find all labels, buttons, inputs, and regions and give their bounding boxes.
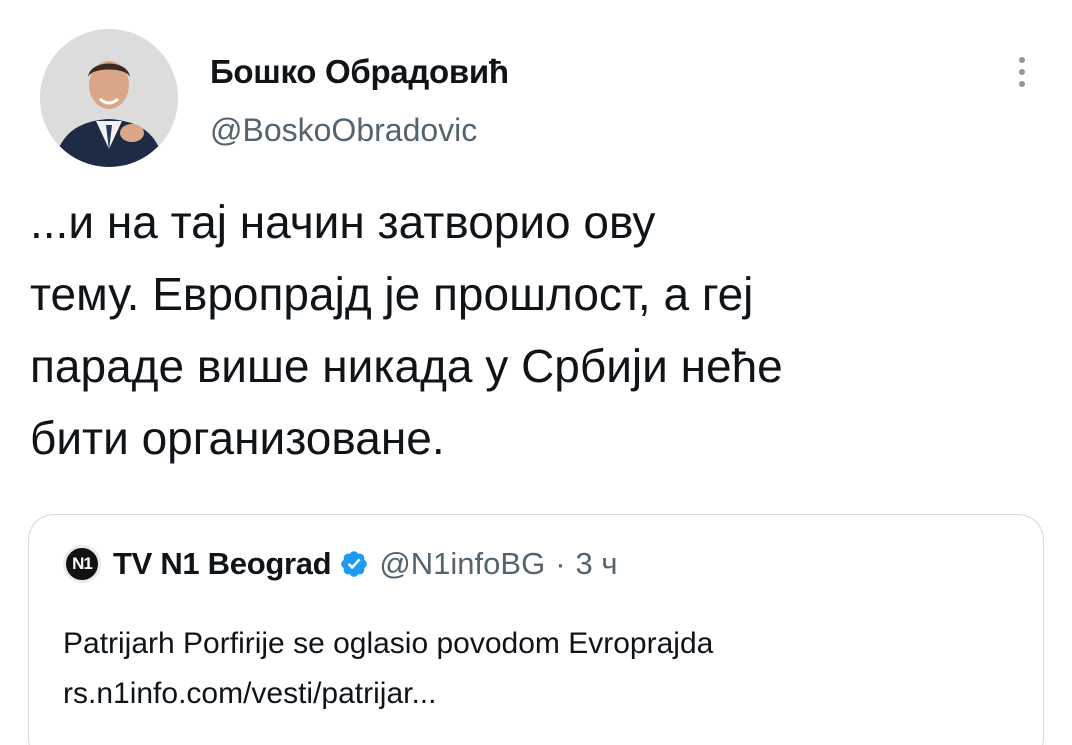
separator-dot: ·	[555, 546, 566, 581]
tweet: Бошко Обрадовић @BoskoObradovic ...и на …	[0, 0, 1072, 745]
author-display-name[interactable]: Бошко Обрадовић	[210, 53, 509, 91]
verified-badge-icon	[341, 551, 368, 577]
quoted-tweet-card[interactable]: N1 TV N1 Beograd @N1infoBG · 3 ч Patrija…	[28, 514, 1044, 745]
more-vertical-icon	[1019, 57, 1025, 63]
quoted-author-name[interactable]: TV N1 Beograd	[113, 546, 332, 582]
quoted-tweet-link[interactable]: rs.n1info.com/vesti/patrijar...	[63, 669, 1023, 719]
quoted-tweet-header: N1 TV N1 Beograd @N1infoBG · 3 ч	[63, 545, 618, 583]
tweet-text: ...и на тај начин затворио ову тему. Евр…	[30, 196, 783, 464]
avatar[interactable]	[40, 29, 178, 167]
more-options-button[interactable]	[1005, 48, 1039, 96]
quoted-author-handle[interactable]: @N1infoBG	[379, 546, 545, 582]
quoted-tweet-text: Patrijarh Porfirije se oglasio povodom E…	[63, 619, 1023, 719]
n1-logo-avatar[interactable]: N1	[63, 545, 101, 583]
avatar-photo	[40, 29, 178, 167]
quoted-tweet-body: Patrijarh Porfirije se oglasio povodom E…	[63, 627, 714, 660]
author-handle[interactable]: @BoskoObradovic	[210, 112, 477, 149]
quoted-tweet-time[interactable]: 3 ч	[576, 546, 618, 582]
